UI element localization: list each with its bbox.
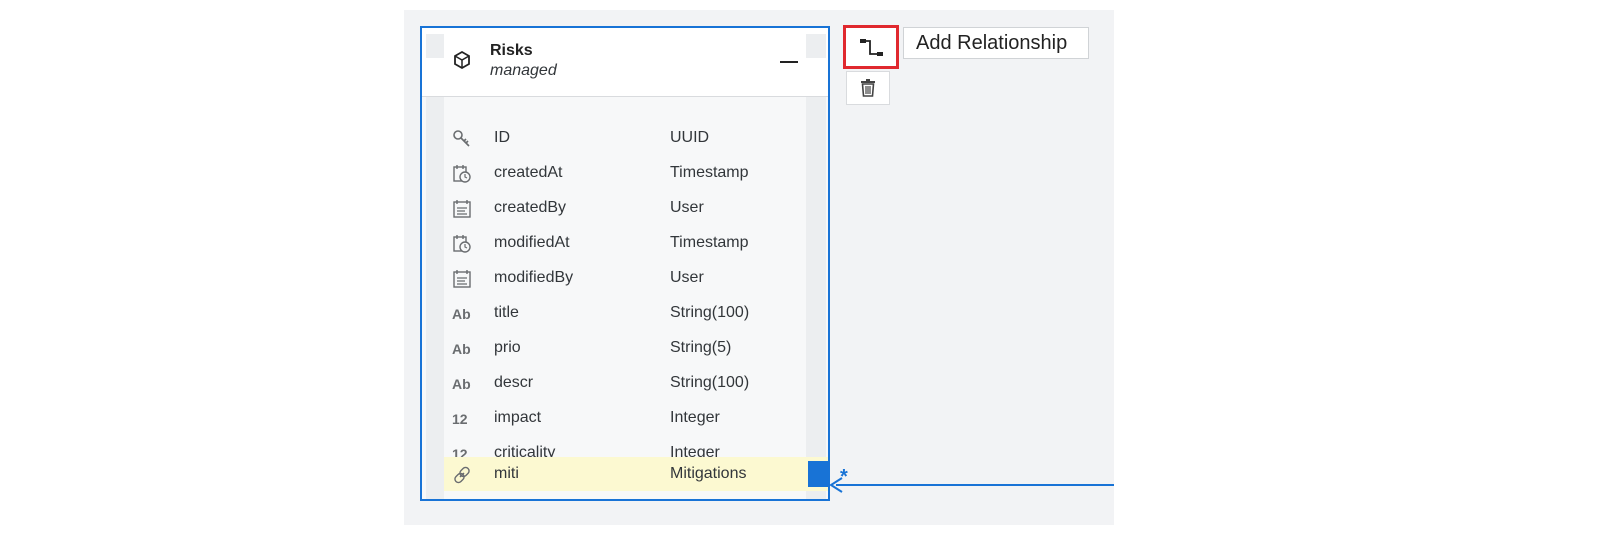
key-icon (452, 129, 474, 149)
user-card-icon (452, 199, 474, 219)
field-name: descr (494, 374, 534, 391)
user-card-icon (452, 269, 474, 289)
link-icon (452, 465, 474, 485)
field-type: String(100) (670, 304, 750, 321)
field-name: title (494, 304, 519, 321)
field-type: Mitigations (670, 465, 747, 482)
relationship-cardinality: * (840, 466, 848, 488)
field-name: prio (494, 339, 521, 356)
field-type: Timestamp (670, 234, 749, 251)
field-type: String(100) (670, 374, 750, 391)
relationship-endpoint-handle[interactable] (808, 461, 830, 487)
field-row-prio[interactable]: Ab prio String(5) (422, 331, 828, 365)
collapse-button[interactable] (778, 50, 800, 72)
field-type: String(5) (670, 339, 732, 356)
field-row-title[interactable]: Ab title String(100) (422, 296, 828, 330)
entity-card-risks[interactable]: Risks managed ID UUID createdAt Timestamp cr… (420, 26, 830, 501)
field-row-miti[interactable]: miti Mitigations (444, 457, 830, 491)
field-row-modifiedAt[interactable]: modifiedAt Timestamp (422, 226, 828, 260)
field-type: User (670, 199, 704, 216)
field-name: modifiedAt (494, 234, 570, 251)
string-icon: Ab (452, 341, 471, 357)
string-icon: Ab (452, 376, 471, 392)
field-name: ID (494, 129, 510, 146)
entity-subtitle: managed (490, 62, 557, 79)
field-row-descr[interactable]: Ab descr String(100) (422, 366, 828, 400)
field-row-ID[interactable]: ID UUID (422, 121, 828, 155)
field-name: impact (494, 409, 542, 426)
field-type: Integer (670, 409, 720, 426)
field-name: createdBy (494, 199, 567, 216)
integer-icon: 12 (452, 411, 468, 427)
add-relationship-button[interactable] (843, 25, 899, 69)
field-name: miti (494, 465, 519, 482)
relationship-line[interactable] (836, 484, 1114, 486)
add-relationship-tooltip: Add Relationship (903, 27, 1089, 59)
header-left-edge (426, 34, 444, 58)
field-name: createdAt (494, 164, 563, 181)
field-row-modifiedBy[interactable]: modifiedBy User (422, 261, 828, 295)
field-name: modifiedBy (494, 269, 574, 286)
string-icon: Ab (452, 306, 471, 322)
entity-title: Risks (490, 42, 533, 59)
calendar-clock-icon (452, 164, 474, 184)
calendar-clock-icon (452, 234, 474, 254)
field-type: User (670, 269, 704, 286)
entity-cube-icon (454, 50, 470, 70)
relationship-connector-icon (860, 39, 883, 56)
field-type: Timestamp (670, 164, 749, 181)
field-row-createdBy[interactable]: createdBy User (422, 191, 828, 225)
trash-icon (861, 79, 875, 97)
header-right-edge (806, 34, 826, 58)
entity-header: Risks managed (422, 28, 828, 97)
delete-button[interactable] (846, 71, 890, 105)
field-row-impact[interactable]: 12 impact Integer (422, 401, 828, 435)
field-row-createdAt[interactable]: createdAt Timestamp (422, 156, 828, 190)
field-type: UUID (670, 129, 710, 146)
